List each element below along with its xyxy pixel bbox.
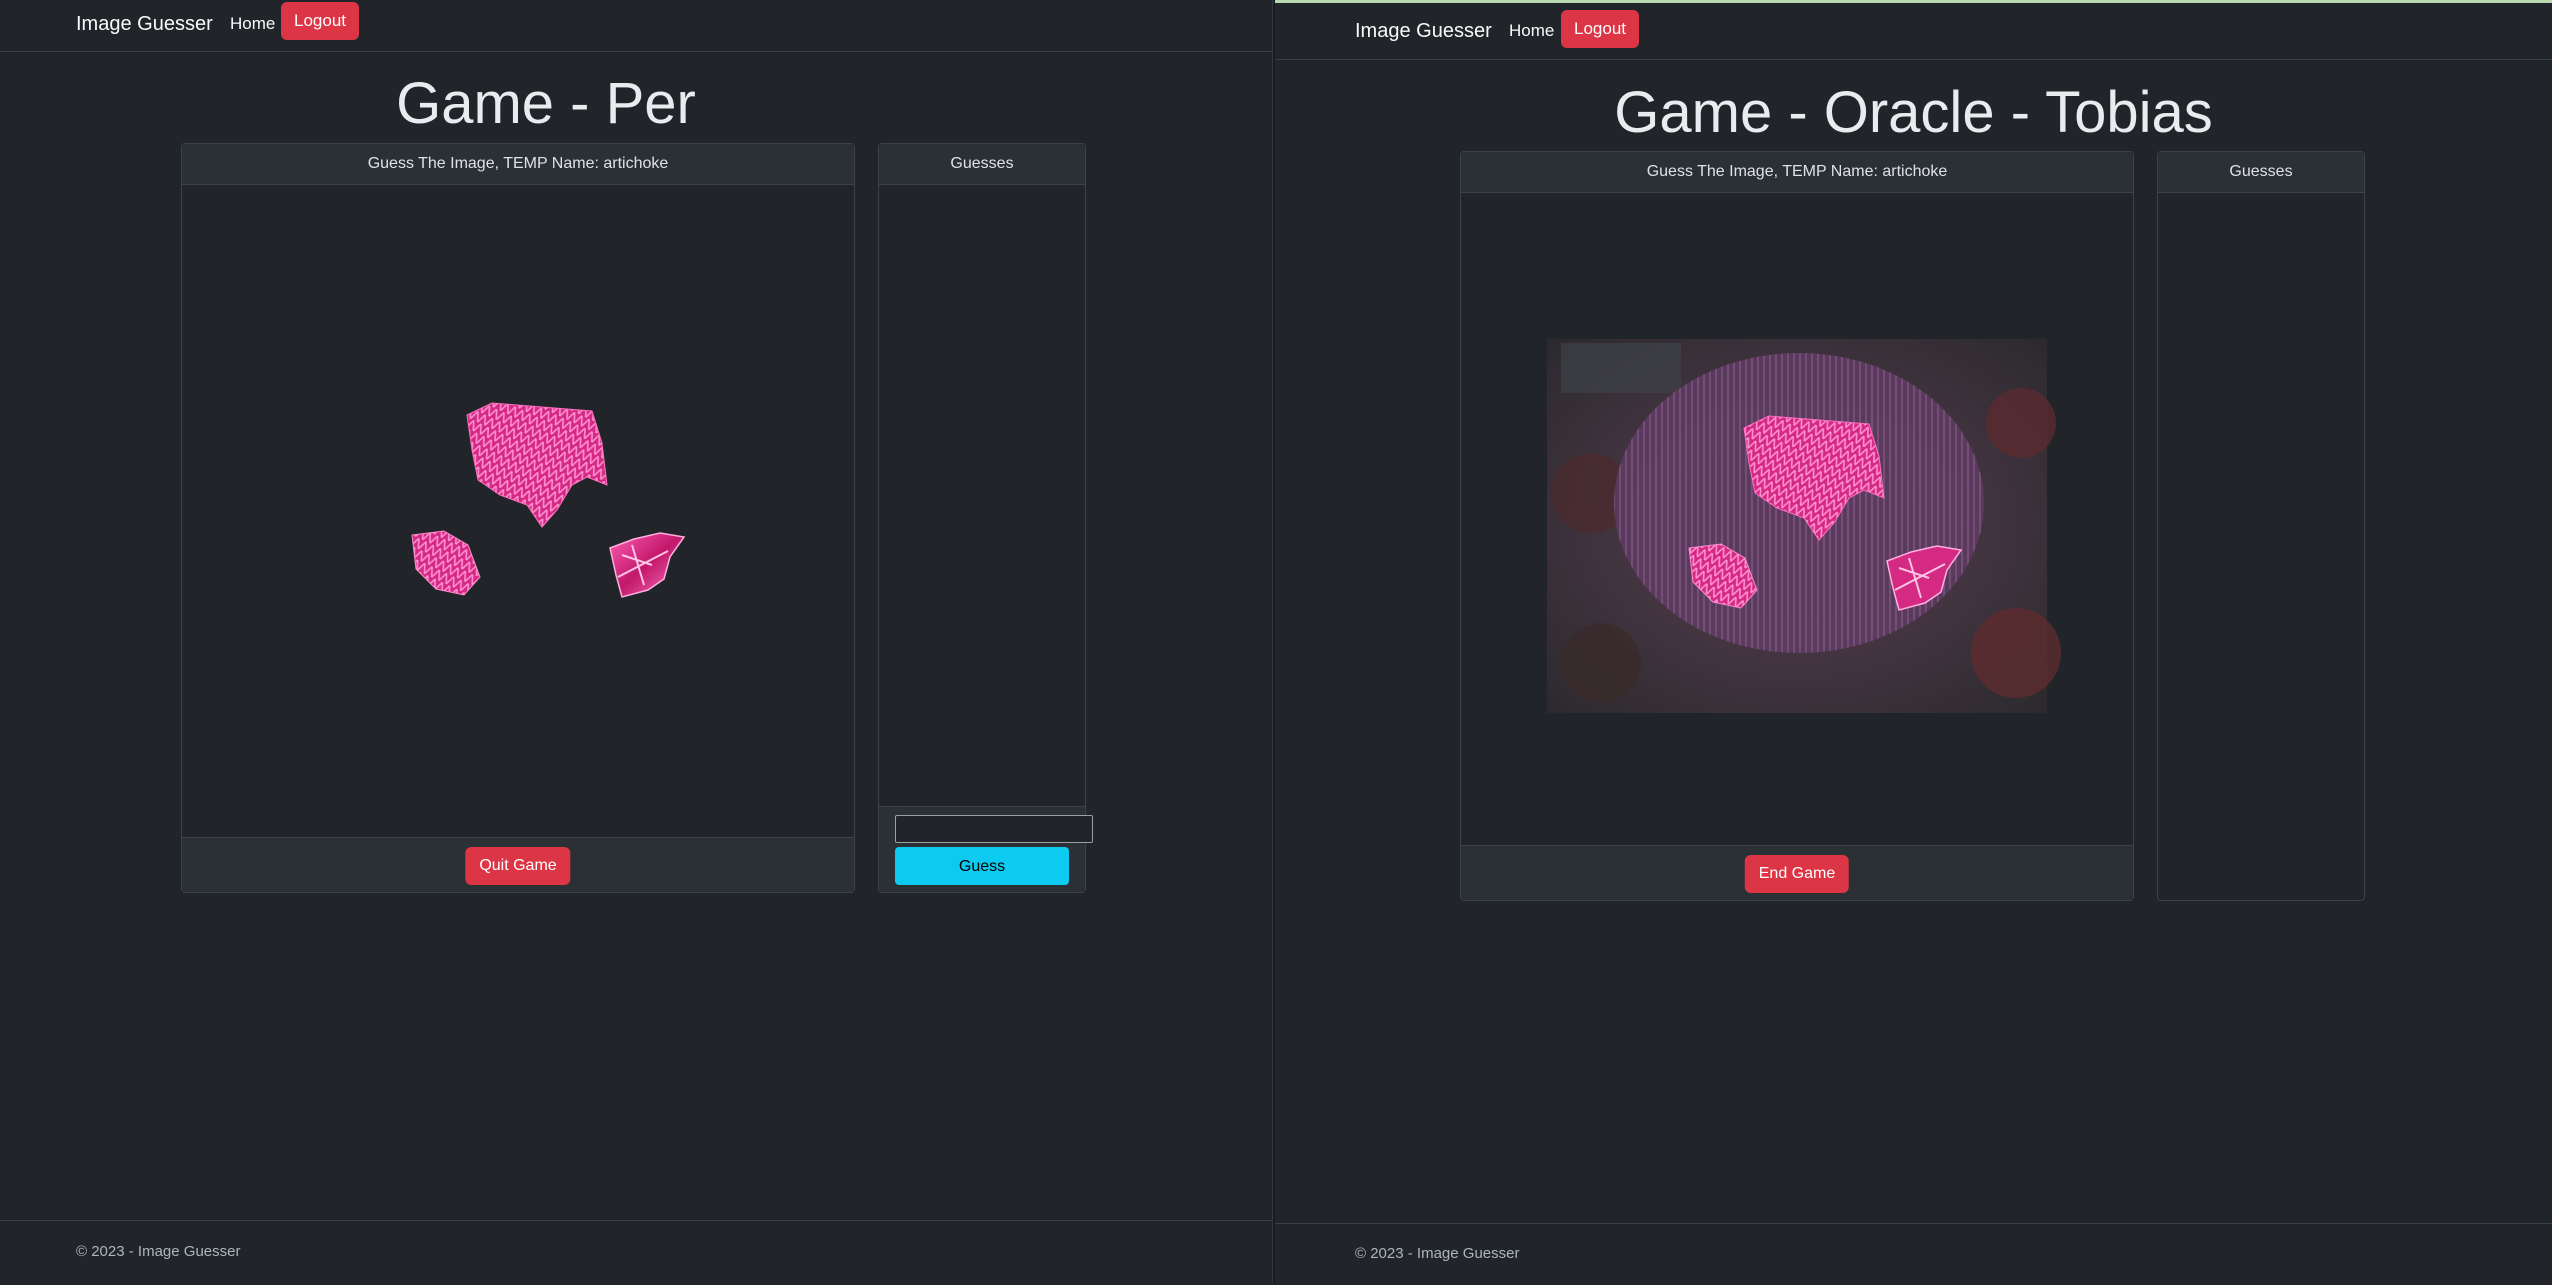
brand-link[interactable]: Image Guesser bbox=[76, 13, 213, 36]
oracle-window: Image Guesser Home Logout Game - Oracle … bbox=[1275, 0, 2552, 1285]
quit-game-button[interactable]: Quit Game bbox=[465, 847, 571, 885]
full-image bbox=[1547, 339, 2061, 713]
navbar: Image Guesser Home Logout bbox=[0, 0, 1272, 52]
guesses-list bbox=[879, 185, 1085, 807]
logout-button[interactable]: Logout bbox=[281, 2, 359, 40]
image-card-body bbox=[1461, 193, 2133, 845]
image-card-header: Guess The Image, TEMP Name: artichoke bbox=[182, 144, 854, 185]
brand-link[interactable]: Image Guesser bbox=[1355, 20, 1492, 43]
fragment-top bbox=[466, 402, 608, 528]
guesses-card: Guesses Guess bbox=[878, 143, 1093, 893]
nav-home-link[interactable]: Home bbox=[230, 14, 275, 34]
footer-copyright: © 2023 - Image Guesser bbox=[1355, 1245, 1520, 1262]
footer: © 2023 - Image Guesser bbox=[0, 1220, 1272, 1282]
image-card: Guess The Image, TEMP Name: artichoke bbox=[181, 143, 855, 893]
page-title: Game - Oracle - Tobias bbox=[1614, 80, 2213, 145]
guesses-card-header: Guesses bbox=[2158, 152, 2364, 193]
logout-button[interactable]: Logout bbox=[1561, 10, 1639, 48]
guess-form: Guess bbox=[879, 806, 1093, 892]
page-title: Game - Per bbox=[396, 71, 696, 136]
navbar: Image Guesser Home Logout bbox=[1275, 3, 2552, 60]
guesses-card-header: Guesses bbox=[879, 144, 1085, 185]
guess-input[interactable] bbox=[895, 815, 1093, 843]
nav-home-link[interactable]: Home bbox=[1509, 21, 1554, 41]
fragment-right bbox=[609, 532, 686, 598]
image-card-header: Guess The Image, TEMP Name: artichoke bbox=[1461, 152, 2133, 193]
end-game-button[interactable]: End Game bbox=[1744, 855, 1850, 893]
image-card-footer: Quit Game bbox=[182, 837, 854, 892]
guess-button[interactable]: Guess bbox=[895, 847, 1069, 885]
image-card-body bbox=[182, 185, 854, 837]
footer: © 2023 - Image Guesser bbox=[1275, 1223, 2552, 1285]
image-card-footer: End Game bbox=[1461, 845, 2133, 900]
image-card: Guess The Image, TEMP Name: artichoke bbox=[1460, 151, 2134, 901]
fragment-left bbox=[411, 530, 481, 596]
footer-copyright: © 2023 - Image Guesser bbox=[76, 1243, 241, 1260]
revealed-image-fragments bbox=[411, 402, 686, 598]
player-window: Image Guesser Home Logout Game - Per Gue… bbox=[0, 0, 1272, 1282]
guesses-list bbox=[2158, 193, 2364, 899]
guesses-card: Guesses bbox=[2157, 151, 2365, 901]
